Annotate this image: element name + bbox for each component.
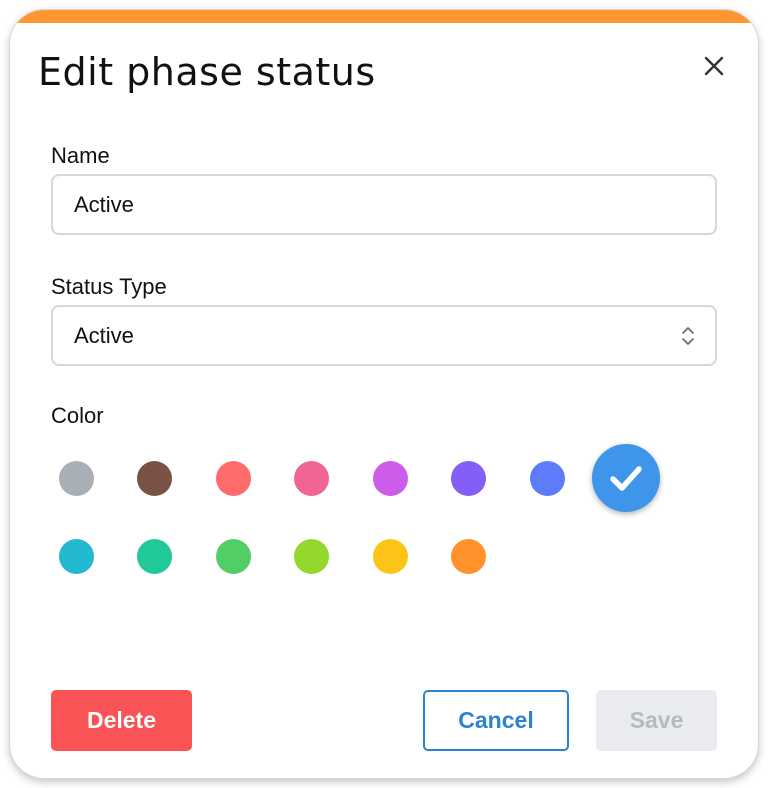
color-swatch[interactable] [451, 538, 486, 574]
dialog-accent-bar [10, 10, 758, 23]
color-swatch[interactable] [137, 538, 172, 574]
color-swatch[interactable] [372, 460, 408, 496]
color-swatch[interactable] [451, 460, 486, 496]
color-swatch[interactable] [58, 538, 94, 574]
edit-phase-status-dialog: Edit phase status Name Active Status Typ… [10, 10, 758, 778]
color-swatch[interactable] [215, 460, 251, 496]
color-label: Color [51, 403, 104, 428]
status-type-select[interactable]: Active [51, 305, 717, 366]
checkmark-icon [609, 466, 642, 491]
cancel-button[interactable]: Cancel [423, 690, 569, 751]
status-type-label: Status Type [51, 274, 167, 299]
dialog-title: Edit phase status [38, 50, 376, 94]
save-button[interactable]: Save [596, 690, 717, 751]
close-button[interactable] [698, 50, 730, 82]
color-swatch[interactable] [58, 460, 94, 496]
color-swatch[interactable] [529, 460, 565, 496]
name-input[interactable]: Active [51, 174, 717, 235]
color-swatch[interactable] [294, 538, 329, 574]
color-swatch[interactable] [294, 460, 329, 496]
name-input-value: Active [74, 192, 134, 217]
color-swatch[interactable] [215, 538, 251, 574]
close-icon [704, 56, 724, 76]
color-swatch-selected[interactable] [591, 444, 660, 512]
color-swatch[interactable] [137, 460, 172, 496]
name-label: Name [51, 143, 110, 168]
color-swatch[interactable] [372, 538, 408, 574]
chevron-up-down-icon [681, 324, 695, 348]
delete-button[interactable]: Delete [51, 690, 192, 751]
status-type-value: Active [74, 323, 134, 348]
